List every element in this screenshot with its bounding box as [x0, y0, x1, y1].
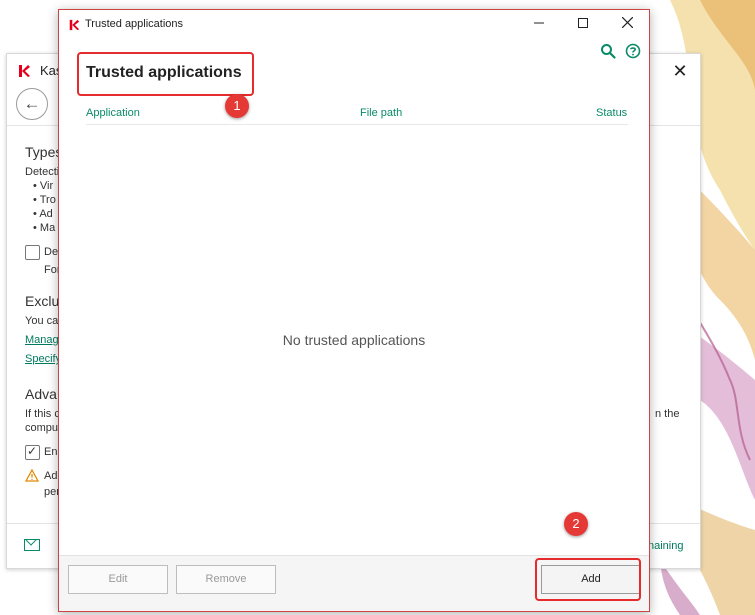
arrow-left-icon: ←: [23, 94, 41, 113]
types-heading: Types: [25, 144, 63, 160]
detect-other-checkbox[interactable]: [25, 245, 40, 260]
maximize-icon: [578, 18, 588, 28]
kaspersky-logo-icon: [69, 19, 80, 31]
search-icon[interactable]: [600, 43, 616, 59]
table-header-divider: [86, 124, 628, 125]
list-item: • Vir: [33, 180, 54, 192]
edit-button[interactable]: Edit: [68, 565, 168, 594]
mail-icon[interactable]: [24, 539, 40, 551]
kaspersky-logo-icon: [19, 65, 30, 77]
title-highlight-box: [77, 52, 254, 96]
callout-badge-2: 2: [564, 512, 588, 536]
advanced-text-right: n the: [655, 408, 680, 420]
background-close-button[interactable]: ✕: [668, 60, 692, 82]
footer-link[interactable]: naining: [648, 540, 683, 552]
advanced-heading: Adva: [25, 386, 57, 402]
back-button[interactable]: ←: [16, 88, 48, 120]
manage-exclusions-link[interactable]: Manag: [25, 334, 59, 346]
add-button-highlight-box: [535, 558, 641, 601]
dialog-toolbar: [600, 43, 641, 62]
remove-button[interactable]: Remove: [176, 565, 276, 594]
advanced-text: If this c: [25, 408, 60, 420]
warning-text: Ad: [44, 470, 58, 482]
close-icon: [621, 16, 633, 29]
dialog-title-bar: Trusted applications: [59, 10, 649, 38]
list-item: • Tro: [33, 194, 56, 206]
exclusions-heading: Exclu: [25, 293, 60, 309]
warning-icon: [25, 469, 39, 482]
column-header-file-path[interactable]: File path: [360, 107, 402, 119]
dialog-window-title: Trusted applications: [85, 18, 184, 30]
empty-list-message: No trusted applications: [282, 332, 426, 348]
minimize-button[interactable]: [517, 10, 561, 38]
list-item: • Ma: [33, 222, 56, 234]
minimize-icon: [534, 22, 544, 24]
exclusions-text: You ca: [25, 315, 59, 327]
maximize-button[interactable]: [561, 10, 605, 38]
column-header-status[interactable]: Status: [596, 107, 627, 119]
trusted-applications-dialog: Trusted applications Trusted application…: [58, 9, 650, 612]
list-item: • Ad: [33, 208, 53, 220]
help-icon[interactable]: [625, 43, 641, 59]
enable-checkbox[interactable]: [25, 444, 40, 460]
specify-trusted-link[interactable]: Specify: [25, 353, 61, 365]
column-header-application[interactable]: Application: [86, 107, 140, 119]
advanced-text-line2: compu: [25, 422, 59, 434]
close-button[interactable]: [605, 10, 649, 38]
callout-badge-1: 1: [225, 94, 249, 118]
detect-label: Detecti: [25, 166, 60, 178]
